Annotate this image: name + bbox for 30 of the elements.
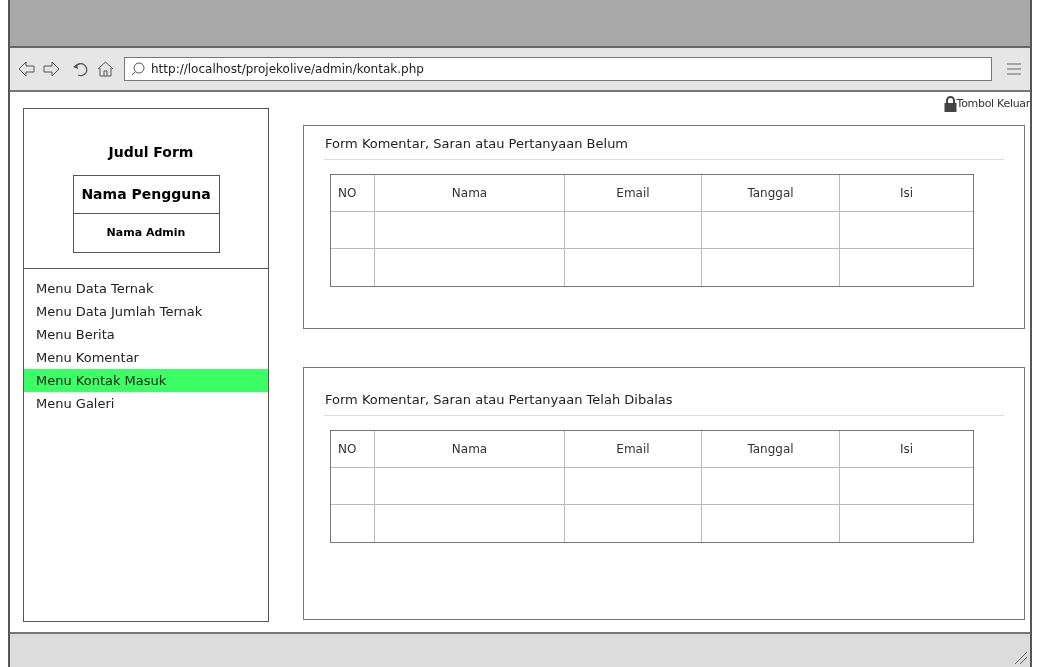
forward-icon[interactable] xyxy=(43,61,60,77)
form-title: Judul Form xyxy=(108,143,194,162)
column-header: Email xyxy=(564,174,701,211)
user-header: Nama Pengguna xyxy=(73,176,219,214)
column-header: Email xyxy=(564,430,701,467)
panel-title: Form Komentar, Saran atau Pertanyaan Belum xyxy=(324,134,1004,160)
panel-title: Form Komentar, Saran atau Pertanyaan Telah Dibalas xyxy=(324,390,1004,416)
sidebar-menu-item[interactable]: Menu Data Jumlah Ternak xyxy=(24,300,268,323)
sidebar-menu-item[interactable]: Menu Berita xyxy=(24,323,268,346)
column-header: Tanggal xyxy=(701,174,839,211)
home-icon[interactable] xyxy=(97,61,114,77)
logout-link[interactable]: Tombol Keluar xyxy=(956,96,1030,113)
reload-icon[interactable] xyxy=(72,61,89,77)
column-header: Isi xyxy=(839,174,973,211)
admin-name: Nama Admin xyxy=(105,224,187,241)
resize-grip-icon[interactable] xyxy=(1013,650,1027,664)
address-bar[interactable]: http://localhost/projekolive/admin/kontak.php xyxy=(124,57,992,81)
column-header: NO xyxy=(337,184,358,202)
search-icon xyxy=(131,62,145,76)
sidebar-menu-item[interactable]: Menu Kontak Masuk xyxy=(24,369,268,392)
column-header: NO xyxy=(337,440,358,458)
column-header: Nama xyxy=(374,430,564,467)
column-header: Isi xyxy=(839,430,973,467)
sidebar-menu-item[interactable]: Menu Komentar xyxy=(24,346,268,369)
sidebar-menu-item[interactable]: Menu Galeri xyxy=(24,392,268,415)
sidebar-menu-item[interactable]: Menu Data Ternak xyxy=(24,277,268,300)
column-header: Nama xyxy=(374,174,564,211)
lock-icon xyxy=(943,96,957,113)
back-icon[interactable] xyxy=(18,61,35,77)
column-header: Tanggal xyxy=(701,430,839,467)
